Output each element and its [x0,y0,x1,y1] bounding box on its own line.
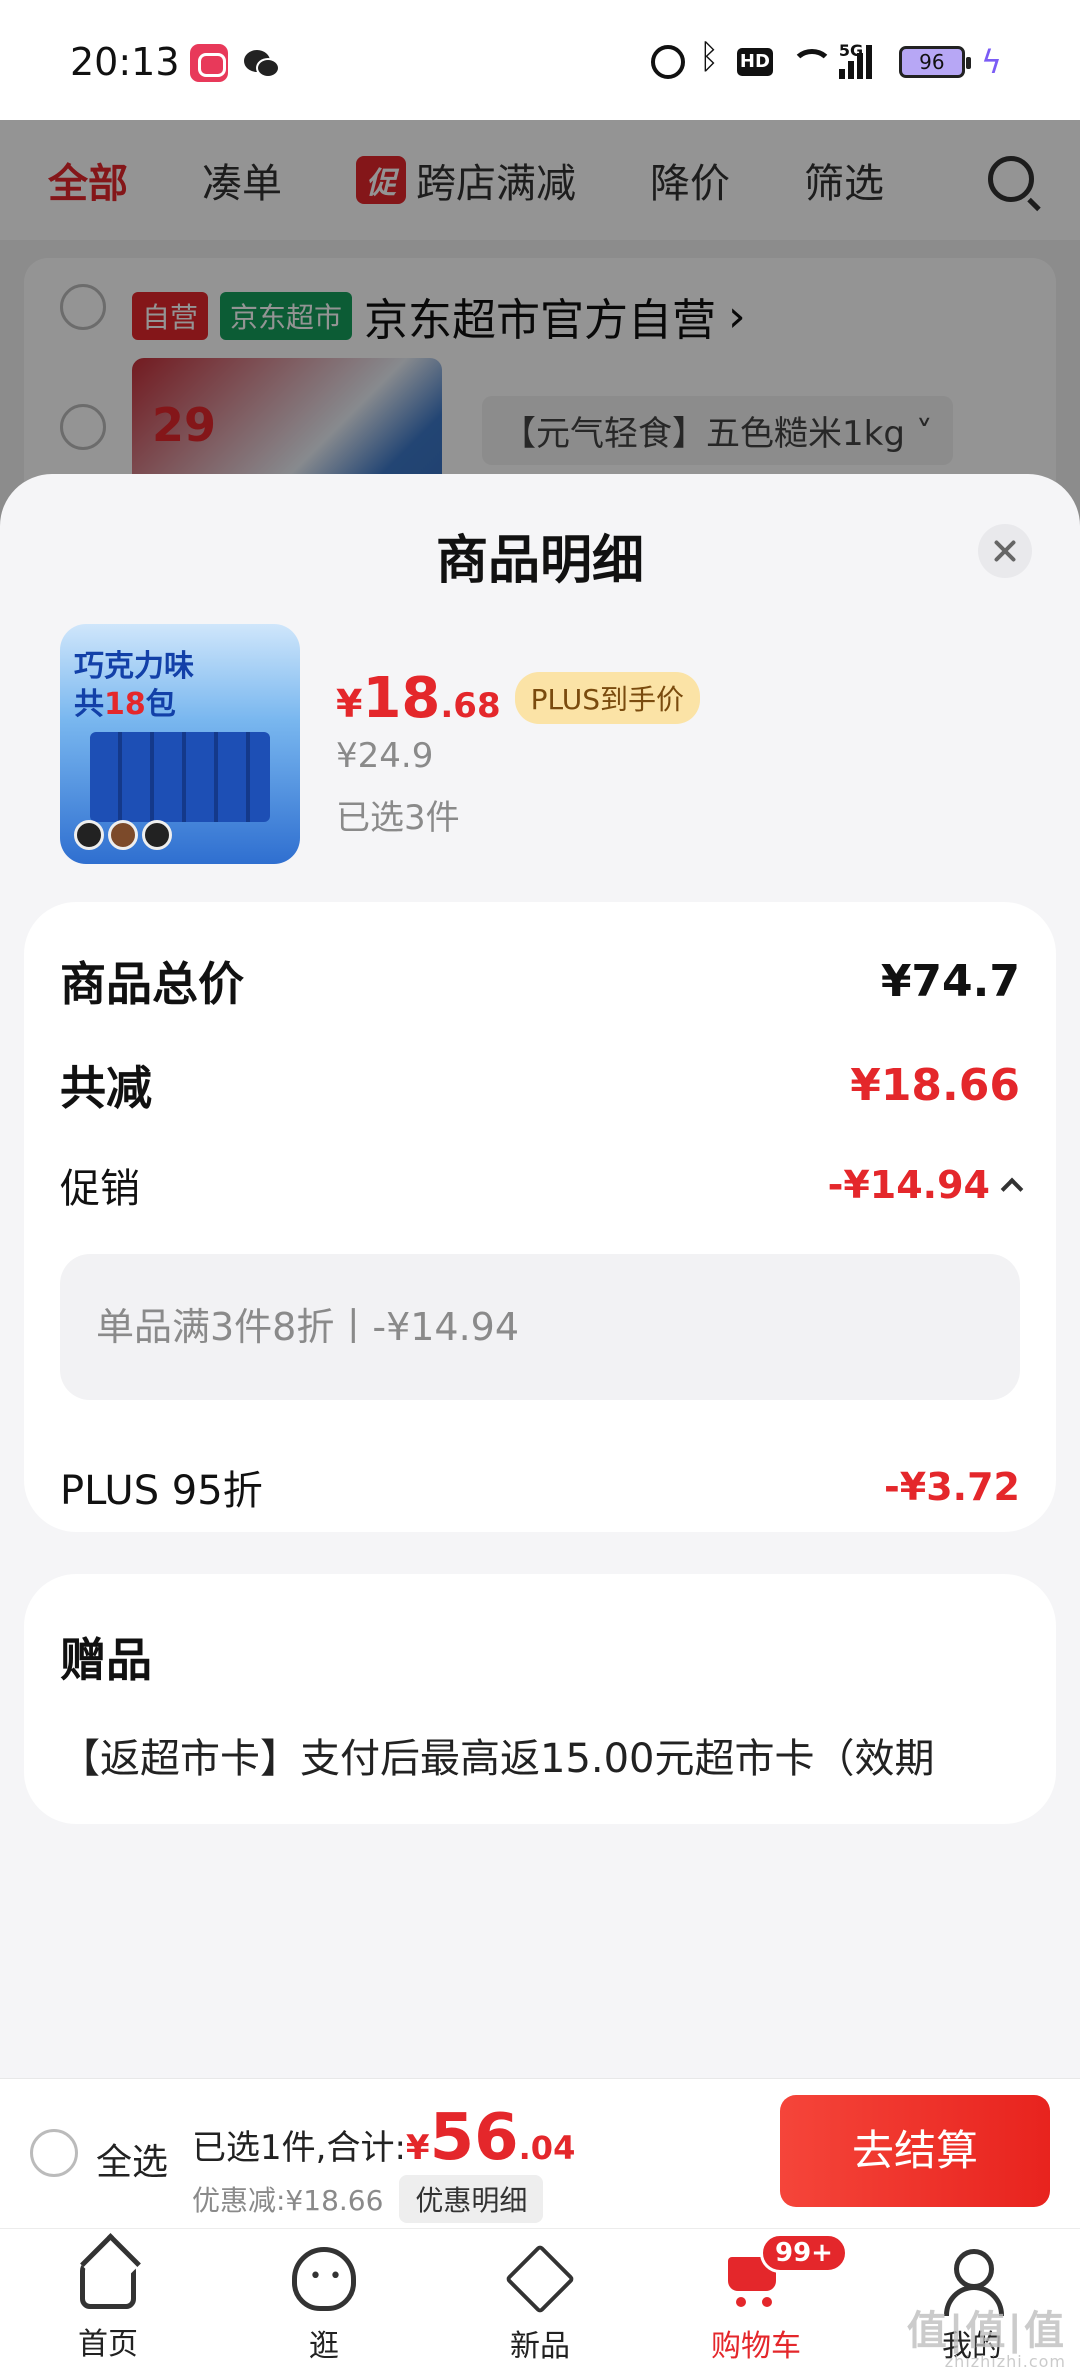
select-all-checkbox[interactable] [30,2129,78,2177]
tab-home[interactable]: 首页 [28,2247,188,2363]
tab-new[interactable]: 新品 [460,2243,620,2365]
gift-title: 赠品 [60,1633,152,1687]
gift-description: 【返超市卡】支付后最高返15.00元超市卡（效期 [60,1736,935,1782]
signal-icon: 5G [838,41,883,79]
plus-discount-label: PLUS 95折 [60,1468,263,1514]
tab-home-label: 首页 [78,2327,138,2362]
home-icon [80,2259,136,2309]
tab-stroll-label: 逛 [309,2329,339,2364]
gift-card: 赠品 【返超市卡】支付后最高返15.00元超市卡（效期 [24,1574,1056,1824]
selected-count: 已选3件 [336,798,460,838]
stroll-icon [292,2247,356,2311]
notification-app-icon [190,44,228,82]
product-price: ¥ 18 .68 PLUS到手价 [336,666,700,732]
alarm-icon [650,45,685,79]
cart-badge: 99+ [760,2233,848,2273]
thumbnail-packs [90,732,270,822]
battery-icon: 96 [898,46,971,78]
thumbnail-caption: 巧克力味 共18包 [74,649,194,722]
tab-stroll[interactable]: 逛 [244,2247,404,2365]
total-price-row: 商品总价 ¥74.7 [60,948,1020,1014]
tab-cart-label: 购物车 [711,2329,801,2364]
status-bar: 20:13 HD 5G 96 ϟ [0,0,1080,120]
discount-detail-button[interactable]: 优惠明细 [399,2175,544,2223]
checkout-button[interactable]: 去结算 [780,2095,1050,2207]
promotion-detail: 单品满3件8折丨-¥14.94 [60,1254,1020,1400]
checkout-bar: 全选 已选1件,合计: ¥ 56 .04 优惠减:¥18.66 优惠明细 去结算 [0,2078,1080,2228]
bluetooth-icon [699,37,721,79]
total-reduce-label: 共减 [60,1061,152,1115]
box-icon [504,2243,576,2315]
plus-price-badge: PLUS到手价 [514,672,700,724]
hd-icon: HD [736,48,773,76]
discount-amount: 优惠减:¥18.66 [192,2184,384,2217]
product-detail-sheet: 商品明细 巧克力味 共18包 ¥ 18 .68 PLUS到手价 ¥24.9 已选… [0,474,1080,2078]
promotion-value: -¥14.94 [827,1163,990,1207]
total-price-value: ¥74.7 [880,955,1020,1007]
original-price: ¥24.9 [336,736,434,776]
chevron-up-icon[interactable] [1000,1177,1024,1201]
sheet-title: 商品明细 [435,531,644,591]
wechat-icon [244,44,282,82]
status-icons: HD 5G 96 ϟ [650,37,1002,84]
thumbnail-cookies [74,820,172,850]
total-price-label: 商品总价 [60,957,244,1011]
total-reduce-row: 共减 ¥18.66 [60,1052,1020,1118]
wifi-icon [789,45,823,79]
charging-icon: ϟ [980,43,1002,81]
status-time: 20:13 [70,40,180,84]
close-button[interactable] [978,524,1032,578]
total-reduce-value: ¥18.66 [850,1059,1020,1111]
price-breakdown-card: 商品总价 ¥74.7 共减 ¥18.66 促销 -¥14.94 单品满3件8折丨… [24,902,1056,1532]
promotion-label: 促销 [60,1166,140,1212]
discount-summary: 优惠减:¥18.66 优惠明细 [192,2175,544,2223]
plus-discount-row: PLUS 95折 -¥3.72 [60,1458,1020,1516]
plus-discount-value: -¥3.72 [884,1465,1020,1509]
tab-new-label: 新品 [510,2329,570,2364]
product-thumbnail: 巧克力味 共18包 [60,624,300,864]
watermark: 值|值|值 zhizhizhi.com [906,2308,1066,2371]
promotion-row[interactable]: 促销 -¥14.94 [60,1156,1024,1214]
select-all-label[interactable]: 全选 [96,2133,168,2185]
order-total: 已选1件,合计: ¥ 56 .04 [192,2101,576,2175]
